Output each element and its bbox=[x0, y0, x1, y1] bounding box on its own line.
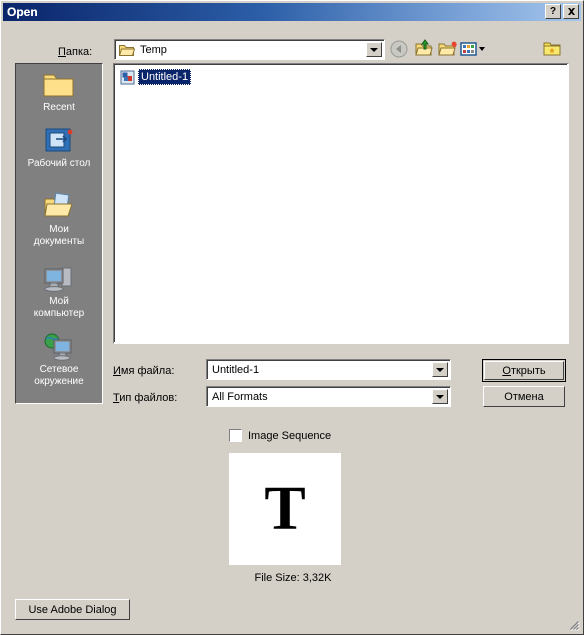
chevron-down-icon bbox=[436, 367, 444, 372]
window-title: Open bbox=[7, 5, 38, 19]
close-glyph bbox=[567, 7, 575, 15]
favorites-folder-icon[interactable] bbox=[541, 39, 563, 60]
filetype-label-rest: ип файлов: bbox=[119, 392, 178, 404]
filename-value: Untitled-1 bbox=[212, 364, 260, 376]
preview-glyph: T bbox=[264, 475, 306, 543]
filetype-label: Тип файлов: bbox=[113, 392, 177, 404]
sidebar-item-label: Recent bbox=[43, 102, 75, 113]
filename-dropdown-button[interactable] bbox=[432, 362, 448, 377]
chevron-down-icon bbox=[436, 394, 444, 399]
sidebar-item-label: Рабочий стол bbox=[27, 158, 91, 169]
views-menu-icon[interactable] bbox=[459, 39, 489, 60]
open-file-dialog: Open ? Папка: Temp Recent Рабочий стол М… bbox=[0, 0, 584, 635]
list-item-label: Untitled-1 bbox=[138, 69, 192, 85]
sidebar-item-label: Мой компьютер bbox=[33, 296, 85, 319]
use-adobe-dialog-label: Use Adobe Dialog bbox=[28, 603, 117, 616]
resize-grip[interactable] bbox=[566, 617, 580, 631]
use-adobe-dialog-button[interactable]: Use Adobe Dialog bbox=[15, 599, 130, 620]
sidebar-item-my-computer[interactable]: Мой компьютер bbox=[18, 264, 100, 320]
open-folder-icon bbox=[119, 45, 135, 56]
titlebar[interactable]: Open ? bbox=[3, 3, 581, 21]
filetype-dropdown-button[interactable] bbox=[432, 389, 448, 404]
sidebar-item-label: Сетевое окружение bbox=[34, 364, 84, 387]
preview-thumbnail: T bbox=[229, 453, 341, 565]
filetype-combobox[interactable]: All Formats bbox=[206, 386, 451, 407]
titlebar-buttons: ? bbox=[545, 4, 579, 19]
desktop-icon bbox=[45, 128, 73, 152]
filetype-value: All Formats bbox=[212, 391, 268, 403]
sidebar-item-label: Мои документы bbox=[33, 224, 85, 247]
places-bar: Recent Рабочий стол Мои документы Мой ко… bbox=[15, 63, 103, 404]
image-sequence-checkbox[interactable] bbox=[229, 429, 242, 442]
sidebar-item-recent[interactable]: Recent bbox=[18, 70, 100, 114]
help-button[interactable]: ? bbox=[545, 4, 561, 19]
look-in-label: Папка: bbox=[58, 46, 92, 58]
sidebar-item-desktop[interactable]: Рабочий стол bbox=[18, 126, 100, 170]
open-button[interactable]: Открыть bbox=[482, 359, 566, 382]
look-in-accel: П bbox=[58, 46, 66, 58]
back-navigation-icon[interactable] bbox=[389, 39, 411, 60]
my-documents-icon bbox=[44, 192, 73, 217]
recent-folder-icon bbox=[43, 74, 74, 97]
file-size-label: File Size: 3,32K bbox=[254, 572, 332, 584]
image-sequence-row[interactable]: Image Sequence bbox=[229, 429, 331, 442]
sidebar-item-my-documents[interactable]: Мои документы bbox=[18, 192, 100, 248]
look-in-dropdown-button[interactable] bbox=[366, 42, 382, 57]
filename-label-rest: мя файла: bbox=[120, 365, 175, 377]
look-in-value: Temp bbox=[140, 44, 167, 56]
my-computer-icon bbox=[44, 267, 72, 292]
photoshop-document-icon bbox=[120, 70, 135, 84]
filename-label: Имя файла: bbox=[113, 365, 174, 377]
close-icon[interactable] bbox=[563, 4, 579, 19]
cancel-button[interactable]: Отмена bbox=[483, 386, 565, 407]
open-button-label: Открыть bbox=[502, 364, 546, 377]
file-list[interactable]: Untitled-1 bbox=[113, 63, 569, 344]
chevron-down-icon bbox=[370, 47, 378, 52]
look-in-combobox[interactable]: Temp bbox=[114, 39, 385, 60]
network-neighborhood-icon bbox=[44, 333, 72, 361]
look-in-label-rest: апка: bbox=[65, 46, 93, 58]
list-item[interactable]: Untitled-1 bbox=[120, 69, 192, 85]
up-one-level-icon[interactable] bbox=[413, 39, 435, 60]
image-sequence-label: Image Sequence bbox=[248, 429, 332, 442]
cancel-button-label: Отмена bbox=[504, 390, 544, 403]
filename-input[interactable]: Untitled-1 bbox=[206, 359, 451, 380]
new-folder-icon[interactable] bbox=[437, 39, 459, 60]
sidebar-item-network-neighborhood[interactable]: Сетевое окружение bbox=[18, 332, 100, 388]
filename-accel: И bbox=[113, 365, 121, 377]
